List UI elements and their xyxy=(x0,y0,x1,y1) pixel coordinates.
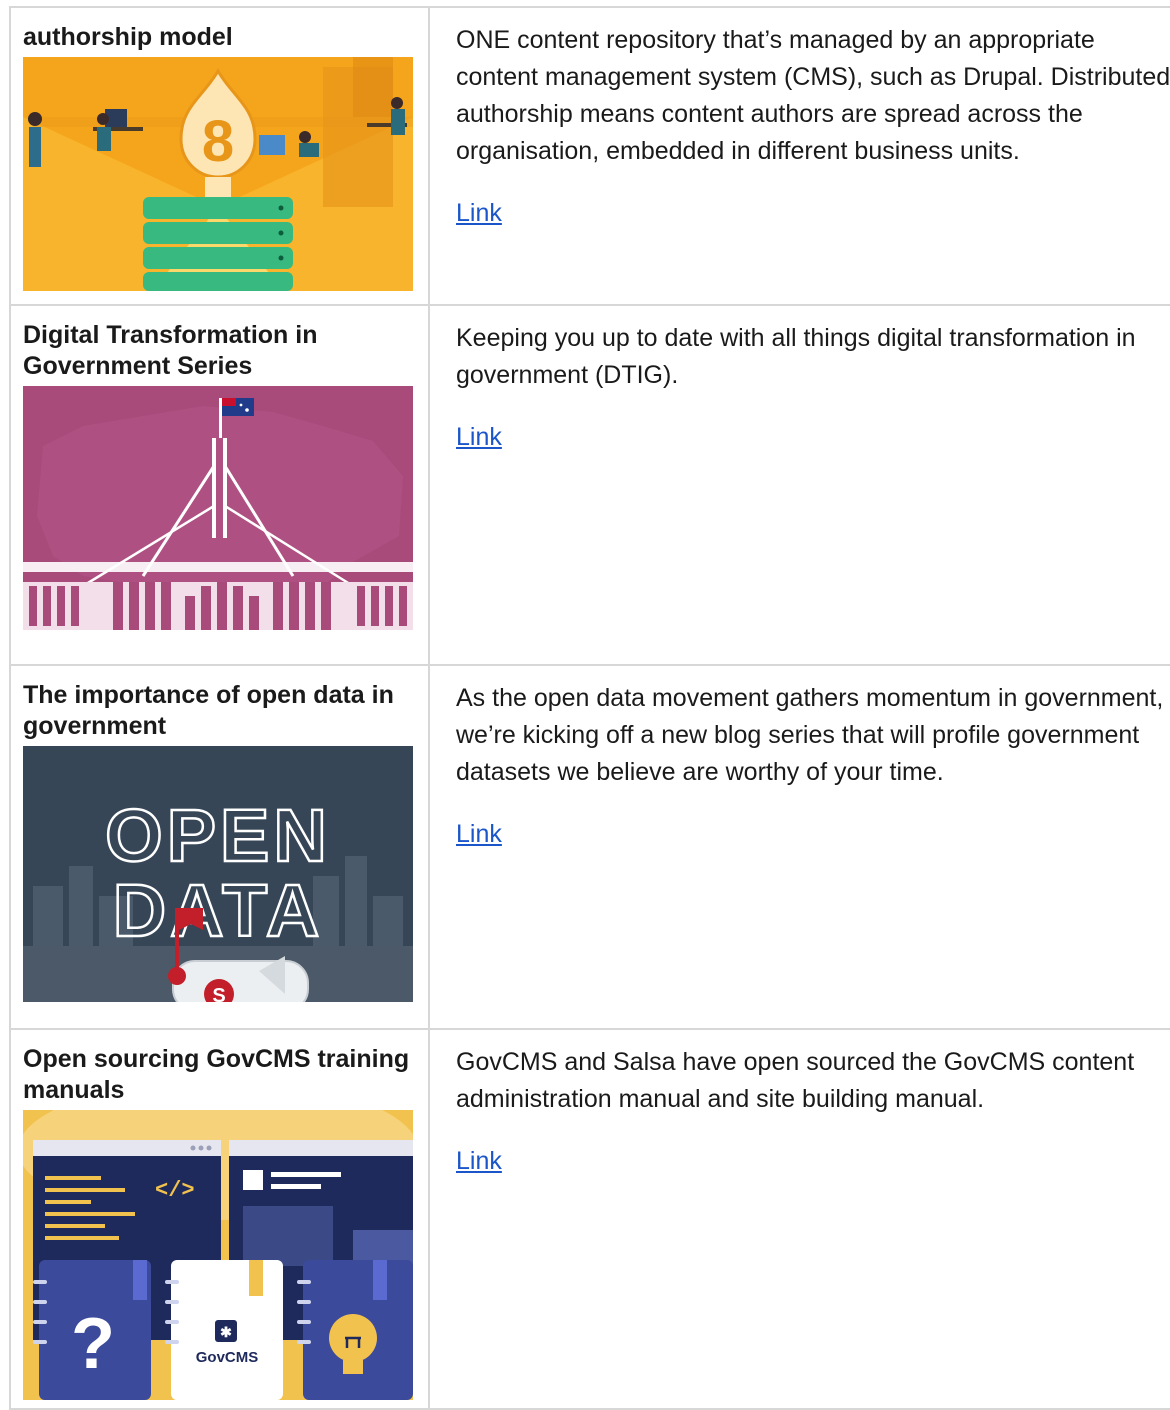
drupal-8-illustration: 8 xyxy=(23,57,413,291)
title-cell: Digital Transformation in Government Ser… xyxy=(9,304,430,666)
title-cell: The importance of open data in governmen… xyxy=(9,664,430,1030)
row-description: GovCMS and Salsa have open sourced the G… xyxy=(456,1048,1135,1113)
row-title: Open sourcing GovCMS training manuals xyxy=(23,1045,410,1104)
row-description: ONE content repository that’s managed by… xyxy=(456,26,1170,165)
govcms-manuals-illustration: </> ? ✱ GovCMS xyxy=(23,1110,413,1400)
code-symbol: </> xyxy=(155,1178,195,1203)
description-cell: GovCMS and Salsa have open sourced the G… xyxy=(428,1028,1170,1410)
row-link[interactable]: Link xyxy=(456,199,502,227)
parliament-house-illustration xyxy=(23,386,413,630)
data-word: DATA xyxy=(113,869,324,952)
row-link[interactable]: Link xyxy=(456,423,502,451)
svg-text:8: 8 xyxy=(202,109,234,174)
title-cell: authorship model 8 xyxy=(9,6,430,306)
title-cell: Open sourcing GovCMS training manuals </… xyxy=(9,1028,430,1410)
govcms-wordmark: GovCMS xyxy=(196,1349,259,1366)
row-description: As the open data movement gathers moment… xyxy=(456,684,1164,786)
row-title: The importance of open data in governmen… xyxy=(23,681,394,740)
svg-text:✱: ✱ xyxy=(220,1324,232,1340)
open-data-illustration: OPEN DATA S xyxy=(23,746,413,1002)
salsa-badge-letter: S xyxy=(212,985,225,1002)
question-mark: ? xyxy=(71,1304,115,1384)
description-cell: Keeping you up to date with all things d… xyxy=(428,304,1170,666)
row-description: Keeping you up to date with all things d… xyxy=(456,324,1136,389)
open-word: OPEN xyxy=(105,794,331,877)
row-link[interactable]: Link xyxy=(456,1147,502,1175)
table-row: The importance of open data in governmen… xyxy=(9,664,1170,1030)
description-cell: As the open data movement gathers moment… xyxy=(428,664,1170,1030)
table-row: Digital Transformation in Government Ser… xyxy=(9,304,1170,666)
table-row: Open sourcing GovCMS training manuals </… xyxy=(9,1028,1170,1410)
resources-table: authorship model 8 ONE content repositor… xyxy=(9,6,1170,1410)
table-row: authorship model 8 ONE content repositor… xyxy=(9,6,1170,306)
row-link[interactable]: Link xyxy=(456,820,502,848)
description-cell: ONE content repository that’s managed by… xyxy=(428,6,1170,306)
row-title: Digital Transformation in Government Ser… xyxy=(23,321,318,380)
row-title: authorship model xyxy=(23,23,233,51)
